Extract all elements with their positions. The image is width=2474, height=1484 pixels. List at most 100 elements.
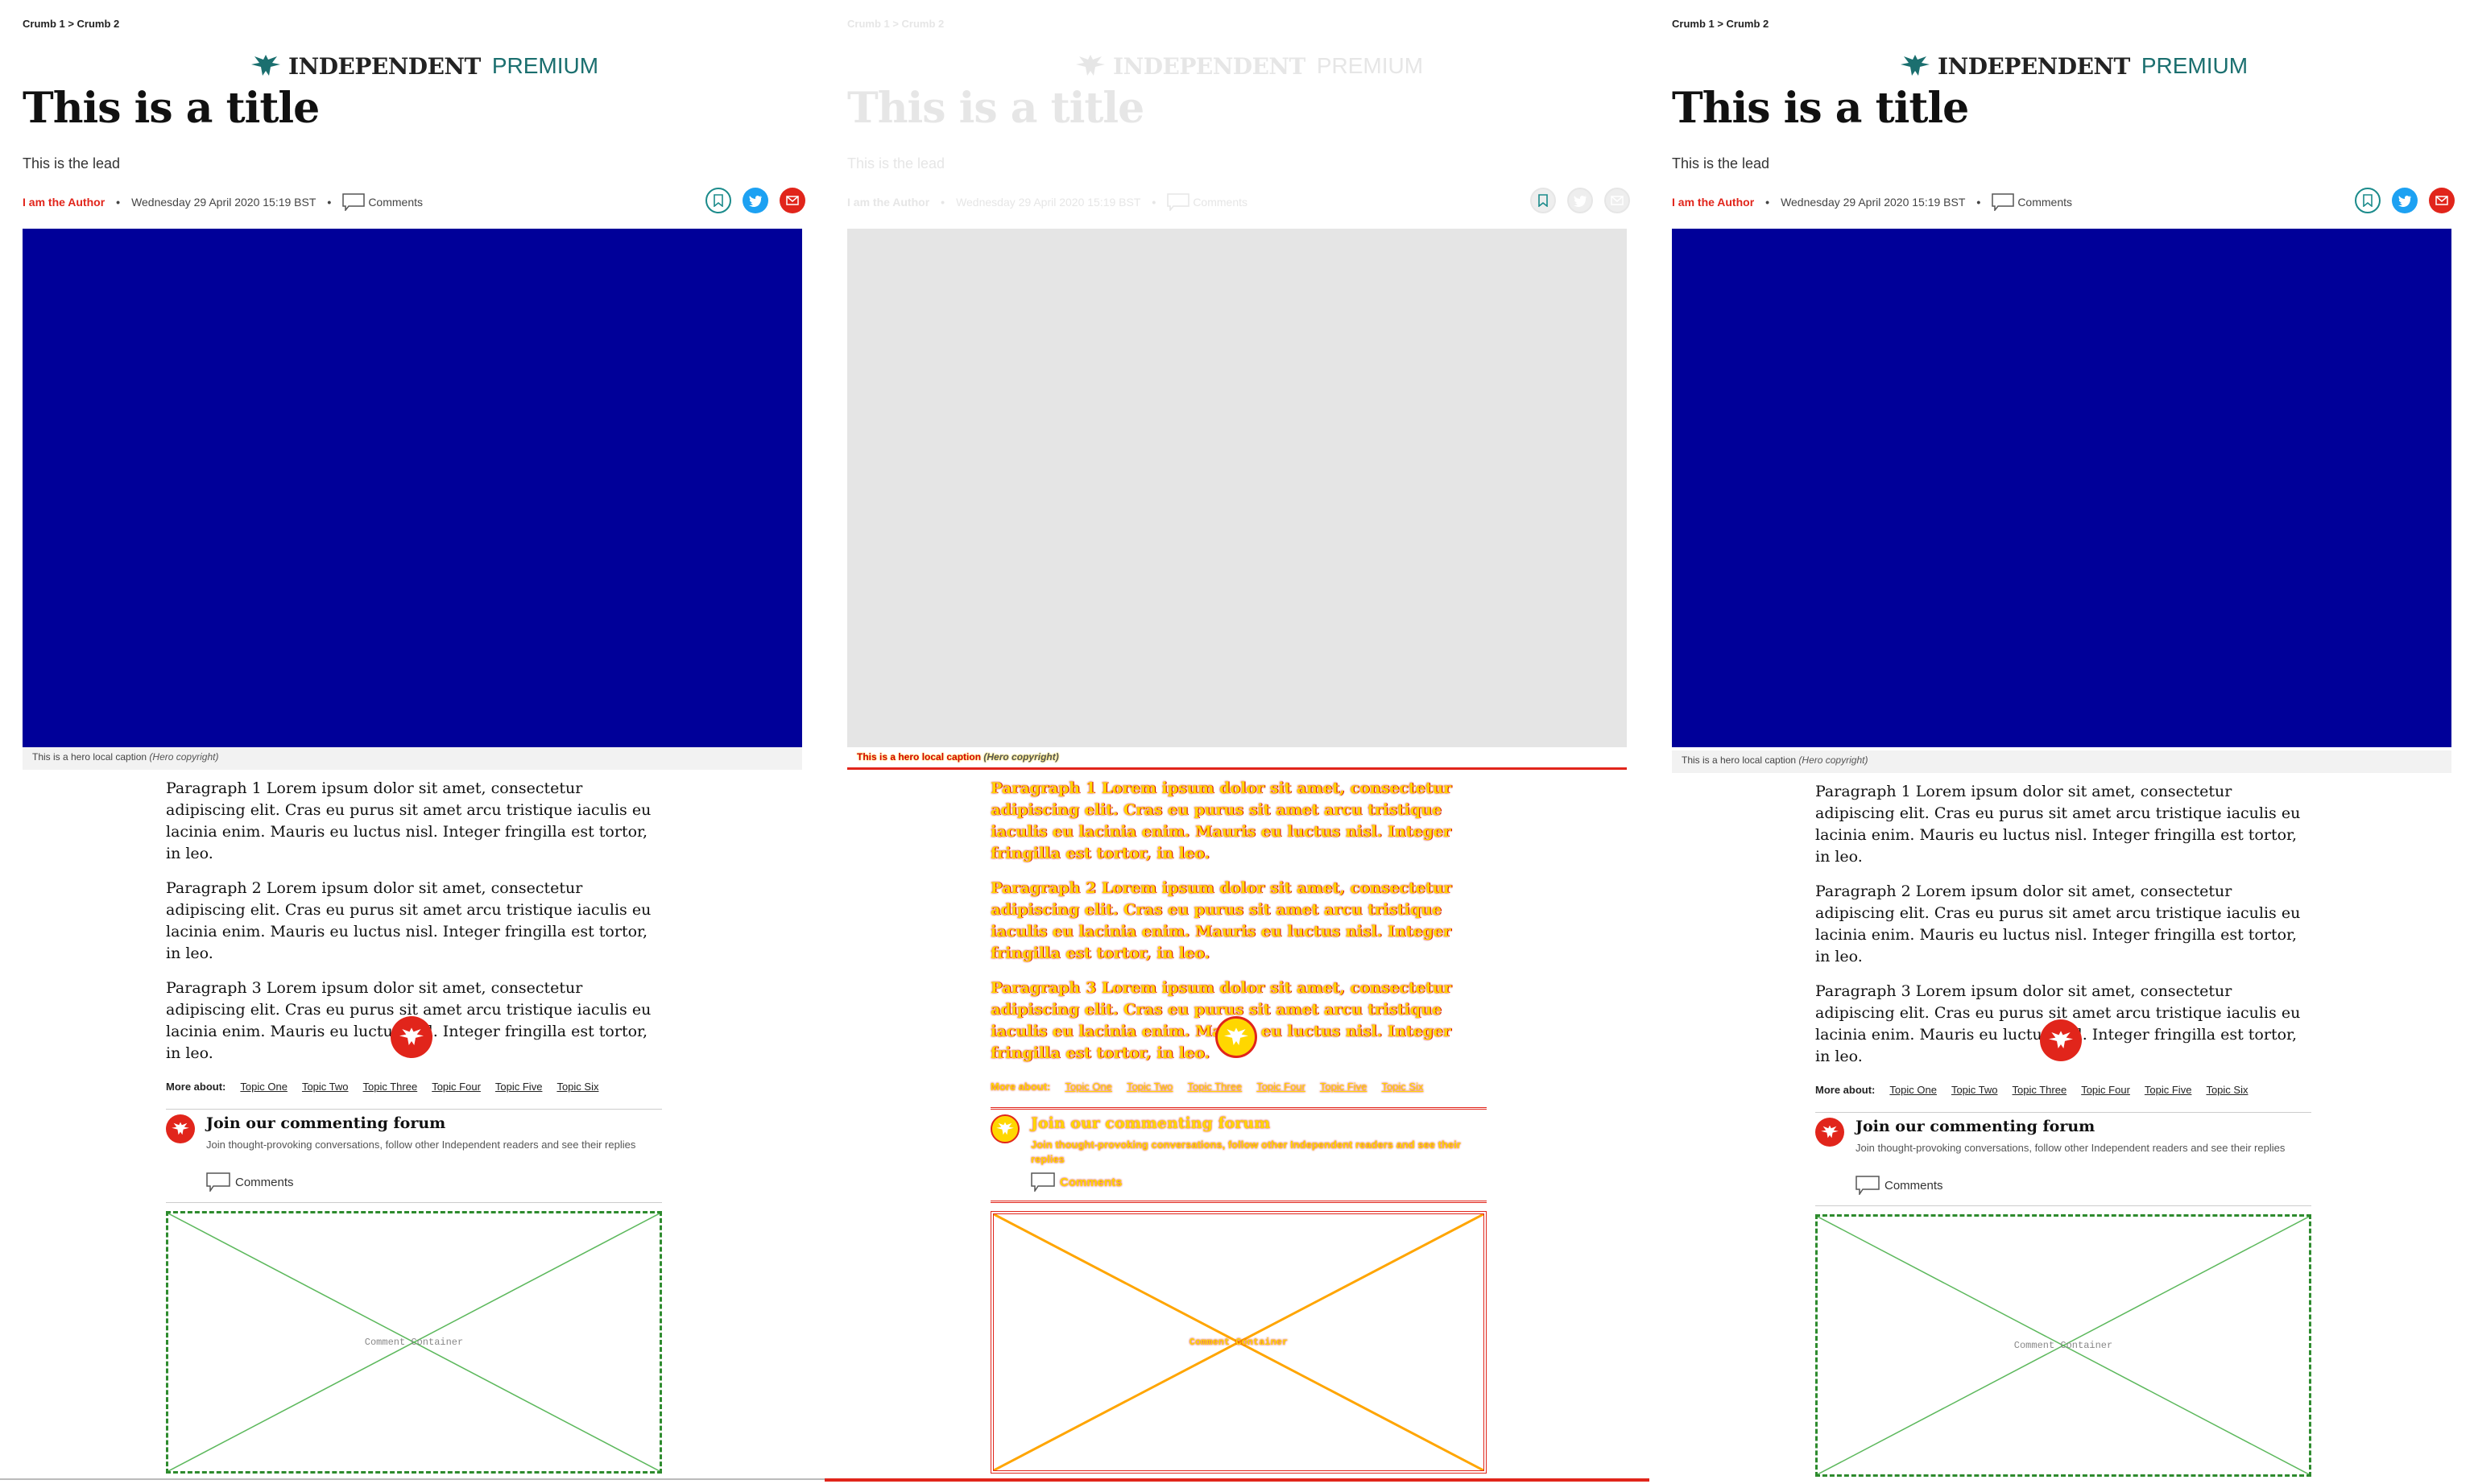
author-link[interactable]: I am the Author bbox=[23, 196, 105, 209]
eagle-logo-icon bbox=[251, 55, 280, 76]
topic-link[interactable]: Topic One bbox=[1065, 1081, 1112, 1093]
hero-copyright: (Hero copyright) bbox=[1798, 754, 1868, 766]
topic-link[interactable]: Topic Two bbox=[1127, 1081, 1173, 1093]
debug-bottom-border bbox=[825, 1478, 1649, 1482]
author-link[interactable]: I am the Author bbox=[1672, 196, 1754, 209]
publish-date: Wednesday 29 April 2020 15:19 BST bbox=[956, 196, 1141, 209]
article-preview-right: Crumb 1 > Crumb 2 INDEPENDENT PREMIUM Th… bbox=[1649, 0, 2474, 1484]
page-bottom-border bbox=[0, 1478, 825, 1480]
comment-icon[interactable] bbox=[1992, 193, 2015, 211]
separator-dot: • bbox=[1765, 196, 1770, 209]
separator-dot: • bbox=[327, 196, 332, 209]
page-title: This is a title bbox=[847, 84, 1144, 133]
page-title: This is a title bbox=[1672, 84, 1969, 133]
hero-caption: This is a hero local caption (Hero copyr… bbox=[1672, 750, 2451, 773]
topic-link[interactable]: Topic Six bbox=[2206, 1084, 2248, 1096]
topic-link[interactable]: Topic One bbox=[1889, 1084, 1937, 1096]
more-about-label: More about: bbox=[991, 1081, 1051, 1093]
paragraph: Paragraph 1 Lorem ipsum dolor sit amet, … bbox=[166, 779, 652, 862]
commenting-forum-promo: Join our commenting forum Join thought-p… bbox=[1815, 1118, 2311, 1206]
comment-container-label: Comment Container bbox=[2013, 1340, 2113, 1351]
bookmark-icon[interactable] bbox=[705, 188, 731, 213]
forum-eagle-icon bbox=[1815, 1118, 1844, 1147]
eagle-logo-icon bbox=[1076, 55, 1105, 76]
hero-caption-text: This is a hero local caption bbox=[32, 751, 147, 763]
topic-link[interactable]: Topic Three bbox=[1188, 1081, 1243, 1093]
breadcrumb[interactable]: Crumb 1 > Crumb 2 bbox=[847, 18, 944, 30]
forum-comments-link[interactable]: Comments bbox=[1856, 1176, 1943, 1195]
brand-name: INDEPENDENT bbox=[288, 52, 481, 80]
masthead-logo[interactable]: INDEPENDENT PREMIUM bbox=[250, 50, 598, 82]
comments-link[interactable]: Comments bbox=[368, 196, 423, 209]
comment-container-placeholder: Comment Container bbox=[991, 1211, 1487, 1474]
paragraph: Paragraph 2 Lorem ipsum dolor sit amet, … bbox=[166, 879, 652, 962]
bookmark-icon[interactable] bbox=[1530, 188, 1556, 213]
comment-icon[interactable] bbox=[342, 193, 366, 211]
more-about-topics: More about: Topic One Topic Two Topic Th… bbox=[166, 1081, 662, 1110]
breadcrumb[interactable]: Crumb 1 > Crumb 2 bbox=[1672, 18, 1769, 30]
separator-dot: • bbox=[116, 196, 121, 209]
comment-icon bbox=[1031, 1172, 1055, 1192]
forum-comments-label: Comments bbox=[1060, 1175, 1123, 1189]
topic-link[interactable]: Topic Three bbox=[363, 1081, 418, 1093]
masthead-logo[interactable]: INDEPENDENT PREMIUM bbox=[1074, 50, 1423, 82]
topic-link[interactable]: Topic Four bbox=[1256, 1081, 1305, 1093]
twitter-icon[interactable] bbox=[2392, 188, 2418, 213]
topic-link[interactable]: Topic Four bbox=[432, 1081, 481, 1093]
comment-container-label: Comment Container bbox=[364, 1337, 464, 1348]
article-lead: This is the lead bbox=[23, 155, 121, 172]
comment-icon[interactable] bbox=[1167, 193, 1190, 211]
separator-dot: • bbox=[941, 196, 945, 209]
forum-description: Join thought-provoking conversations, fo… bbox=[1856, 1142, 2286, 1154]
separator-dot: • bbox=[1976, 196, 1981, 209]
topic-link[interactable]: Topic Five bbox=[495, 1081, 543, 1093]
email-icon[interactable] bbox=[2429, 188, 2455, 213]
brand-name: INDEPENDENT bbox=[1938, 52, 2130, 80]
email-icon[interactable] bbox=[780, 188, 805, 213]
topic-link[interactable]: Topic Three bbox=[2013, 1084, 2067, 1096]
social-share-bar bbox=[2355, 188, 2455, 213]
topic-link[interactable]: Topic Two bbox=[1951, 1084, 1998, 1096]
eagle-badge-icon bbox=[2040, 1019, 2082, 1061]
eagle-badge-icon bbox=[391, 1016, 432, 1058]
breadcrumb[interactable]: Crumb 1 > Crumb 2 bbox=[23, 18, 119, 30]
twitter-icon[interactable] bbox=[1567, 188, 1593, 213]
byline: I am the Author • Wednesday 29 April 202… bbox=[847, 192, 1247, 212]
email-icon[interactable] bbox=[1604, 188, 1630, 213]
article-lead: This is the lead bbox=[847, 155, 945, 172]
twitter-icon[interactable] bbox=[743, 188, 768, 213]
topic-link[interactable]: Topic Six bbox=[556, 1081, 598, 1093]
more-about-label: More about: bbox=[166, 1081, 226, 1093]
topic-link[interactable]: Topic One bbox=[240, 1081, 288, 1093]
brand-name: INDEPENDENT bbox=[1113, 52, 1305, 80]
publish-date: Wednesday 29 April 2020 15:19 BST bbox=[1781, 196, 1966, 209]
byline: I am the Author • Wednesday 29 April 202… bbox=[23, 192, 423, 212]
bookmark-icon[interactable] bbox=[2355, 188, 2381, 213]
hero-caption-text: This is a hero local caption bbox=[857, 751, 982, 763]
more-about-label: More about: bbox=[1815, 1084, 1876, 1096]
hero-caption-text: This is a hero local caption bbox=[1682, 754, 1797, 766]
brand-tier: PREMIUM bbox=[1316, 53, 1424, 78]
author-link[interactable]: I am the Author bbox=[847, 196, 929, 209]
forum-comments-label: Comments bbox=[235, 1175, 294, 1189]
comments-link[interactable]: Comments bbox=[2017, 196, 2072, 209]
comment-container-placeholder: Comment Container bbox=[1815, 1214, 2311, 1477]
topic-link[interactable]: Topic Six bbox=[1381, 1081, 1423, 1093]
comment-icon bbox=[1856, 1176, 1880, 1195]
forum-comments-link[interactable]: Comments bbox=[1031, 1172, 1123, 1192]
topic-link[interactable]: Topic Four bbox=[2081, 1084, 2130, 1096]
forum-eagle-icon bbox=[991, 1114, 1020, 1143]
topic-link[interactable]: Topic Five bbox=[2145, 1084, 2192, 1096]
masthead-logo[interactable]: INDEPENDENT PREMIUM bbox=[1899, 50, 2248, 82]
hero-image bbox=[1672, 229, 2451, 747]
forum-comments-link[interactable]: Comments bbox=[206, 1172, 294, 1192]
paragraph: Paragraph 1 Lorem ipsum dolor sit amet, … bbox=[991, 779, 1452, 862]
topic-link[interactable]: Topic Five bbox=[1320, 1081, 1367, 1093]
commenting-forum-promo: Join our commenting forum Join thought-p… bbox=[991, 1114, 1487, 1203]
comments-link[interactable]: Comments bbox=[1193, 196, 1247, 209]
comment-container-label: Comment Container bbox=[1189, 1337, 1289, 1348]
forum-comments-label: Comments bbox=[1884, 1178, 1943, 1193]
topic-link[interactable]: Topic Two bbox=[302, 1081, 349, 1093]
forum-eagle-icon bbox=[166, 1114, 195, 1143]
paragraph: Paragraph 2 Lorem ipsum dolor sit amet, … bbox=[1815, 883, 2301, 965]
